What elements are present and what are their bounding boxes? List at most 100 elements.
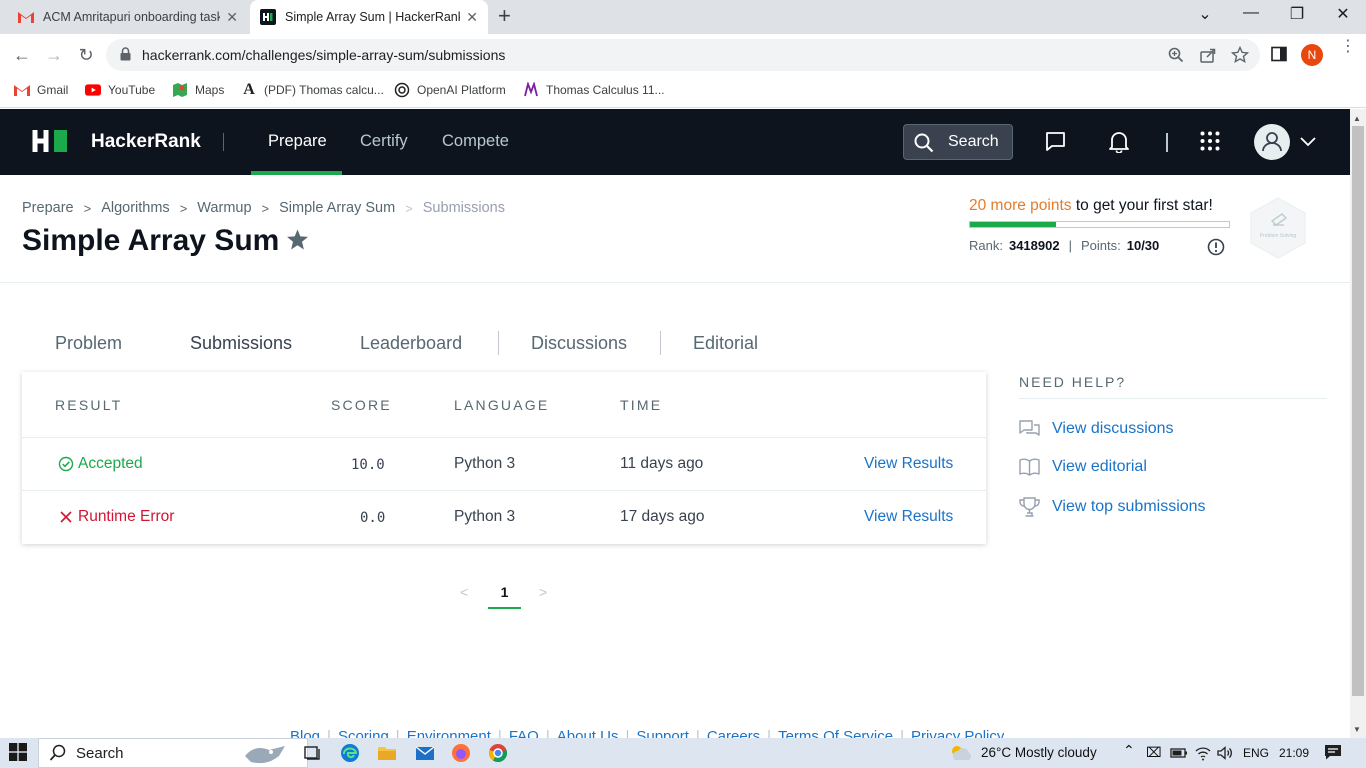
page-number-current[interactable]: 1 xyxy=(488,584,521,609)
footer-link[interactable]: Careers xyxy=(707,728,760,738)
task-view-icon[interactable] xyxy=(302,743,322,763)
chevron-up-icon[interactable]: ⌃ xyxy=(1123,742,1135,759)
result-accepted: Accepted xyxy=(58,455,143,473)
browser-toolbar: ← → ↻ hackerrank.com/challenges/simple-a… xyxy=(0,34,1366,76)
scrollbar-thumb[interactable] xyxy=(1352,126,1364,696)
wifi-icon[interactable] xyxy=(1194,744,1214,764)
browser-tab-gmail[interactable]: ACM Amritapuri onboarding task ✕ xyxy=(8,0,248,34)
maps-icon xyxy=(172,82,188,98)
minimize-icon[interactable]: — xyxy=(1228,4,1274,22)
footer-link[interactable]: Terms Of Service xyxy=(778,728,893,738)
time-value: 11 days ago xyxy=(620,455,704,472)
battery-icon[interactable] xyxy=(1170,744,1190,764)
tab-divider xyxy=(498,331,499,355)
restore-icon[interactable]: ❐ xyxy=(1274,4,1320,24)
breadcrumb-prepare[interactable]: Prepare xyxy=(22,200,74,216)
nav-compete[interactable]: Compete xyxy=(442,132,509,151)
share-icon[interactable] xyxy=(1199,46,1217,64)
browser-tab-hackerrank[interactable]: Simple Array Sum | HackerRank ✕ xyxy=(250,0,488,34)
apps-grid-icon[interactable] xyxy=(1200,131,1220,156)
nav-prepare[interactable]: Prepare xyxy=(268,132,327,151)
notifications-bell-icon[interactable] xyxy=(1109,131,1129,158)
new-tab-plus-icon[interactable]: + xyxy=(498,5,511,27)
bookmark-maps[interactable]: Maps xyxy=(172,82,224,98)
firefox-icon[interactable] xyxy=(451,743,471,763)
mail-icon[interactable] xyxy=(415,743,435,763)
bookmark-star-icon[interactable] xyxy=(286,229,309,256)
taskbar-search-box[interactable]: Search xyxy=(38,738,308,768)
footer-link[interactable]: Environment xyxy=(407,728,491,738)
problem-solving-badge[interactable]: Problem Solving xyxy=(1249,197,1307,264)
edge-browser-icon[interactable] xyxy=(340,743,360,763)
user-avatar[interactable] xyxy=(1254,124,1290,160)
weather-text[interactable]: 26°C Mostly cloudy xyxy=(981,745,1097,760)
side-panel-icon[interactable] xyxy=(1271,46,1289,64)
chevron-left-icon[interactable]: < xyxy=(460,584,468,600)
tab-editorial[interactable]: Editorial xyxy=(693,333,758,354)
nav-certify[interactable]: Certify xyxy=(360,132,408,151)
bookmark-openai[interactable]: OpenAI Platform xyxy=(394,82,506,98)
tab-search-chevron-icon[interactable]: ⌄ xyxy=(1182,4,1228,24)
view-results-link[interactable]: View Results xyxy=(864,508,953,526)
result-runtime-error: Runtime Error xyxy=(58,508,174,526)
view-top-submissions-link[interactable]: View top submissions xyxy=(1019,497,1206,517)
back-arrow-icon[interactable]: ← xyxy=(10,43,34,67)
notifications-center-icon[interactable] xyxy=(1324,743,1344,763)
scroll-up-arrow-icon[interactable]: ▲ xyxy=(1353,114,1361,123)
tab-title: Simple Array Sum | HackerRank xyxy=(285,10,461,24)
chevron-down-icon[interactable] xyxy=(1300,134,1316,152)
brand-name[interactable]: HackerRank xyxy=(91,131,201,153)
challenge-tabs: Problem Submissions Leaderboard Discussi… xyxy=(22,323,986,373)
bookmark-star-icon[interactable] xyxy=(1230,45,1250,64)
address-bar[interactable]: hackerrank.com/challenges/simple-array-s… xyxy=(106,39,1260,71)
bookmark-gmail[interactable]: Gmail xyxy=(14,82,68,98)
zoom-icon[interactable] xyxy=(1167,46,1185,64)
chevron-right-icon[interactable]: > xyxy=(539,584,547,600)
section-divider xyxy=(0,282,1350,283)
footer-link[interactable]: Privacy Policy xyxy=(911,728,1004,738)
footer-link[interactable]: About Us xyxy=(557,728,619,738)
weather-cloud-icon[interactable] xyxy=(948,743,972,763)
header-divider xyxy=(223,133,224,151)
view-results-link[interactable]: View Results xyxy=(864,455,953,473)
tab-discussions[interactable]: Discussions xyxy=(531,333,627,354)
bookmark-pdf-thomas[interactable]: A (PDF) Thomas calcu... xyxy=(241,81,384,98)
breadcrumb-warmup[interactable]: Warmup xyxy=(197,200,251,216)
rank-divider: | xyxy=(1068,238,1072,253)
footer-link[interactable]: Support xyxy=(636,728,689,738)
input-language[interactable]: ENG xyxy=(1243,746,1269,760)
volume-icon[interactable] xyxy=(1216,744,1236,764)
hackerrank-logo-icon[interactable] xyxy=(32,129,68,158)
view-discussions-link[interactable]: View discussions xyxy=(1019,419,1174,439)
profile-avatar[interactable]: N xyxy=(1301,44,1323,66)
table-row: Accepted 10.0 Python 3 11 days ago View … xyxy=(22,437,986,490)
messages-icon[interactable] xyxy=(1045,131,1066,157)
scroll-down-arrow-icon[interactable]: ▼ xyxy=(1353,725,1361,734)
view-editorial-link[interactable]: View editorial xyxy=(1019,458,1147,476)
tab-submissions[interactable]: Submissions xyxy=(190,333,292,354)
footer-link[interactable]: FAQ xyxy=(509,728,539,738)
clock[interactable]: 21:09 xyxy=(1279,746,1309,760)
close-icon[interactable]: ✕ xyxy=(226,9,238,26)
browser-menu-icon[interactable]: ⋮ xyxy=(1340,39,1356,55)
breadcrumb-challenge[interactable]: Simple Array Sum xyxy=(279,200,395,216)
forward-arrow-icon[interactable]: → xyxy=(42,43,66,67)
tab-leaderboard[interactable]: Leaderboard xyxy=(360,333,462,354)
windows-start-icon[interactable] xyxy=(9,743,29,763)
footer-link[interactable]: Scoring xyxy=(338,728,389,738)
tab-problem[interactable]: Problem xyxy=(55,333,122,354)
bookmark-youtube[interactable]: YouTube xyxy=(85,82,155,98)
info-icon[interactable] xyxy=(1207,238,1225,261)
footer-link[interactable]: Blog xyxy=(290,728,320,738)
reload-icon[interactable]: ↻ xyxy=(74,43,98,67)
chrome-icon[interactable] xyxy=(488,743,508,763)
breadcrumb-algorithms[interactable]: Algorithms xyxy=(101,200,170,216)
page-title: Simple Array Sum xyxy=(22,224,280,257)
language-value: Python 3 xyxy=(454,455,516,472)
search-button[interactable]: Search xyxy=(903,124,1013,160)
window-close-icon[interactable]: ✕ xyxy=(1320,4,1366,24)
bookmark-thomas-calculus[interactable]: Thomas Calculus 11... xyxy=(523,82,665,98)
file-explorer-icon[interactable] xyxy=(377,743,397,763)
close-icon[interactable]: ✕ xyxy=(466,9,478,26)
meet-now-icon[interactable]: ⌧ xyxy=(1146,745,1162,761)
